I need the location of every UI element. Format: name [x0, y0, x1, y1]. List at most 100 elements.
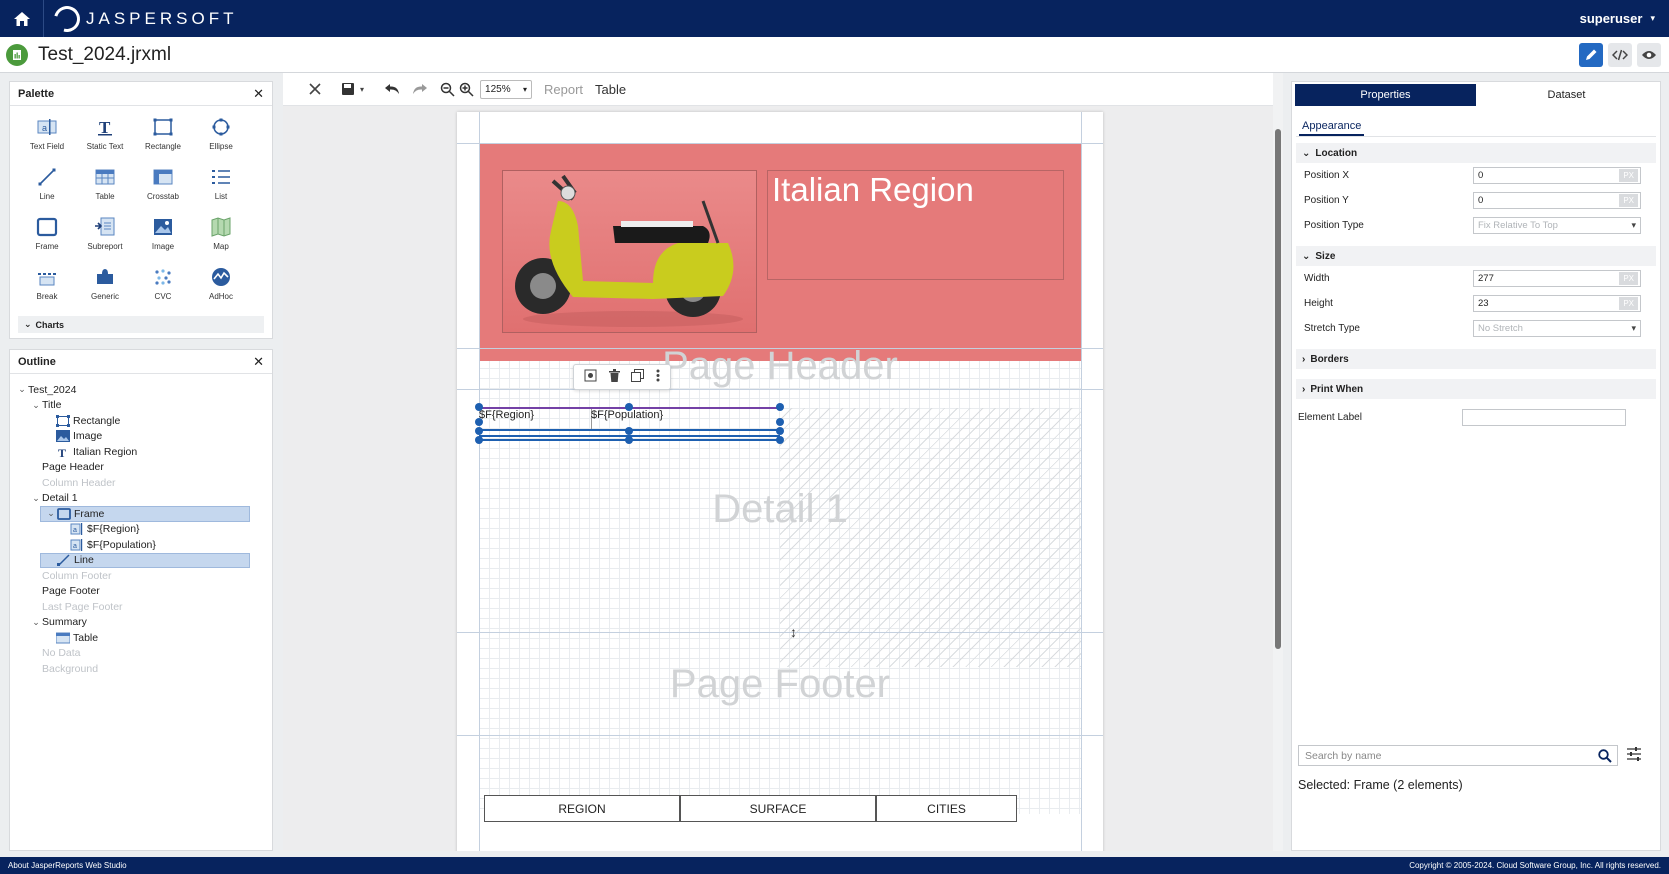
chevron-down-icon[interactable]: ⌄	[30, 493, 42, 504]
about-link[interactable]: About JasperReports Web Studio	[8, 861, 127, 870]
resize-handle[interactable]	[475, 436, 483, 444]
stretch-type-select[interactable]: No Stretch ▾	[1473, 320, 1641, 337]
chevron-down-icon[interactable]: ⌄	[30, 617, 42, 628]
palette-item-image[interactable]: Image	[134, 216, 192, 258]
outline-item-f-region[interactable]: a $F{Region}	[16, 522, 272, 538]
table-header-cities[interactable]: CITIES	[876, 795, 1017, 822]
position-type-select[interactable]: Fix Relative To Top ▾	[1473, 217, 1641, 234]
zoom-out-button[interactable]	[438, 77, 457, 101]
outline-item-page-footer[interactable]: Page Footer	[16, 584, 272, 600]
table-header-region[interactable]: REGION	[484, 795, 680, 822]
search-icon[interactable]	[1598, 748, 1612, 763]
palette-item-map[interactable]: Map	[192, 216, 250, 258]
outline-item-image[interactable]: Image	[16, 429, 272, 445]
more-options-icon[interactable]	[656, 369, 660, 385]
charts-section-toggle[interactable]: ⌄ Charts	[18, 316, 264, 333]
unit-badge[interactable]: PX	[1619, 169, 1638, 182]
outline-item-title[interactable]: ⌄ Title	[16, 398, 272, 414]
palette-item-cvc[interactable]: CVC	[134, 266, 192, 308]
breadcrumb-report[interactable]: Report	[544, 82, 583, 97]
outline-item-column-footer[interactable]: Column Footer	[16, 568, 272, 584]
properties-icon[interactable]	[584, 369, 597, 385]
outline-item-summary[interactable]: ⌄ Summary	[16, 615, 272, 631]
close-icon[interactable]: ✕	[253, 354, 264, 370]
outline-item-rectangle[interactable]: Rectangle	[16, 413, 272, 429]
palette-item-frame[interactable]: Frame	[18, 216, 76, 258]
tab-properties[interactable]: Properties	[1295, 84, 1476, 106]
search-properties-input[interactable]: Search by name	[1298, 745, 1618, 766]
tab-dataset[interactable]: Dataset	[1476, 84, 1657, 106]
chevron-down-icon[interactable]: ⌄	[16, 384, 28, 395]
unit-badge[interactable]: PX	[1619, 297, 1638, 310]
palette-item-list[interactable]: List	[192, 166, 250, 208]
chevron-down-icon[interactable]: ⌄	[45, 508, 57, 519]
title-band[interactable]: Italian Region	[479, 144, 1081, 361]
unit-badge[interactable]: PX	[1619, 272, 1638, 285]
breadcrumb-table[interactable]: Table	[595, 82, 626, 97]
tab-appearance[interactable]: Appearance	[1299, 120, 1365, 136]
outline-item-f-population[interactable]: a $F{Population}	[16, 537, 272, 553]
undo-button[interactable]	[378, 77, 406, 101]
resize-handle[interactable]	[776, 436, 784, 444]
static-text-element[interactable]: Italian Region	[767, 170, 1064, 280]
outline-item-page-header[interactable]: Page Header	[16, 460, 272, 476]
borders-section-toggle[interactable]: › Borders	[1296, 349, 1656, 369]
palette-item-crosstab[interactable]: Crosstab	[134, 166, 192, 208]
region-field[interactable]: $F{Region}	[479, 409, 534, 421]
palette-item-ellipse[interactable]: Ellipse	[192, 116, 250, 158]
resize-handle[interactable]	[625, 436, 633, 444]
position-y-input[interactable]: 0 PX	[1473, 192, 1641, 209]
location-section-toggle[interactable]: ⌄ Location	[1296, 143, 1656, 163]
save-button[interactable]: ▾	[335, 77, 370, 101]
outline-item-background[interactable]: Background	[16, 661, 272, 677]
band-separator[interactable]	[457, 735, 1103, 736]
chevron-down-icon[interactable]: ⌄	[30, 400, 42, 411]
size-section-toggle[interactable]: ⌄ Size	[1296, 246, 1656, 266]
resize-handle[interactable]	[776, 418, 784, 426]
unit-badge[interactable]: PX	[1619, 194, 1638, 207]
resize-handle[interactable]	[776, 427, 784, 435]
palette-item-text-field[interactable]: a Text Field	[18, 116, 76, 158]
palette-item-subreport[interactable]: Subreport	[76, 216, 134, 258]
zoom-in-button[interactable]	[457, 77, 476, 101]
filter-settings-button[interactable]	[1626, 746, 1642, 765]
palette-item-break[interactable]: Break	[18, 266, 76, 308]
design-canvas[interactable]: Italian Region Page Header Detail 1 Page…	[283, 106, 1273, 851]
home-button[interactable]	[0, 0, 44, 37]
outline-item-table[interactable]: Table	[16, 630, 272, 646]
preview-button[interactable]	[1637, 43, 1661, 67]
image-element[interactable]	[502, 170, 757, 333]
zoom-select[interactable]: 125% ▾	[480, 79, 533, 99]
outline-item-test-2024[interactable]: ⌄ Test_2024	[16, 382, 272, 398]
palette-item-adhoc[interactable]: AdHoc	[192, 266, 250, 308]
copy-icon[interactable]	[631, 369, 645, 385]
delete-icon[interactable]	[608, 369, 620, 385]
resize-handle[interactable]	[475, 427, 483, 435]
outline-item-column-header[interactable]: Column Header	[16, 475, 272, 491]
outline-item-frame[interactable]: ⌄ Frame	[40, 506, 250, 522]
height-input[interactable]: 23 PX	[1473, 295, 1641, 312]
band-separator[interactable]	[457, 389, 1103, 390]
scrollbar-thumb[interactable]	[1275, 129, 1281, 649]
palette-item-generic[interactable]: Generic	[76, 266, 134, 308]
palette-item-line[interactable]: Line	[18, 166, 76, 208]
user-menu[interactable]: superuser ▾	[1580, 0, 1655, 37]
outline-item-line[interactable]: Line	[40, 552, 250, 568]
outline-item-no-data[interactable]: No Data	[16, 646, 272, 662]
element-label-input[interactable]	[1462, 409, 1626, 426]
resize-handle[interactable]	[475, 403, 483, 411]
resize-handle[interactable]	[475, 418, 483, 426]
print-when-section-toggle[interactable]: › Print When	[1296, 379, 1656, 399]
outline-item-last-page-footer[interactable]: Last Page Footer	[16, 599, 272, 615]
palette-item-static-text[interactable]: T Static Text	[76, 116, 134, 158]
table-header-surface[interactable]: SURFACE	[680, 795, 876, 822]
design-view-button[interactable]	[1579, 43, 1603, 67]
palette-item-rectangle[interactable]: Rectangle	[134, 116, 192, 158]
redo-button[interactable]	[406, 77, 434, 101]
width-input[interactable]: 277 PX	[1473, 270, 1641, 287]
source-view-button[interactable]	[1608, 43, 1632, 67]
canvas-scrollbar[interactable]	[1273, 73, 1283, 851]
jaspersoft-logo[interactable]: JASPERSOFT	[49, 0, 237, 37]
resize-handle[interactable]	[625, 403, 633, 411]
outline-item-italian-region[interactable]: T Italian Region	[16, 444, 272, 460]
